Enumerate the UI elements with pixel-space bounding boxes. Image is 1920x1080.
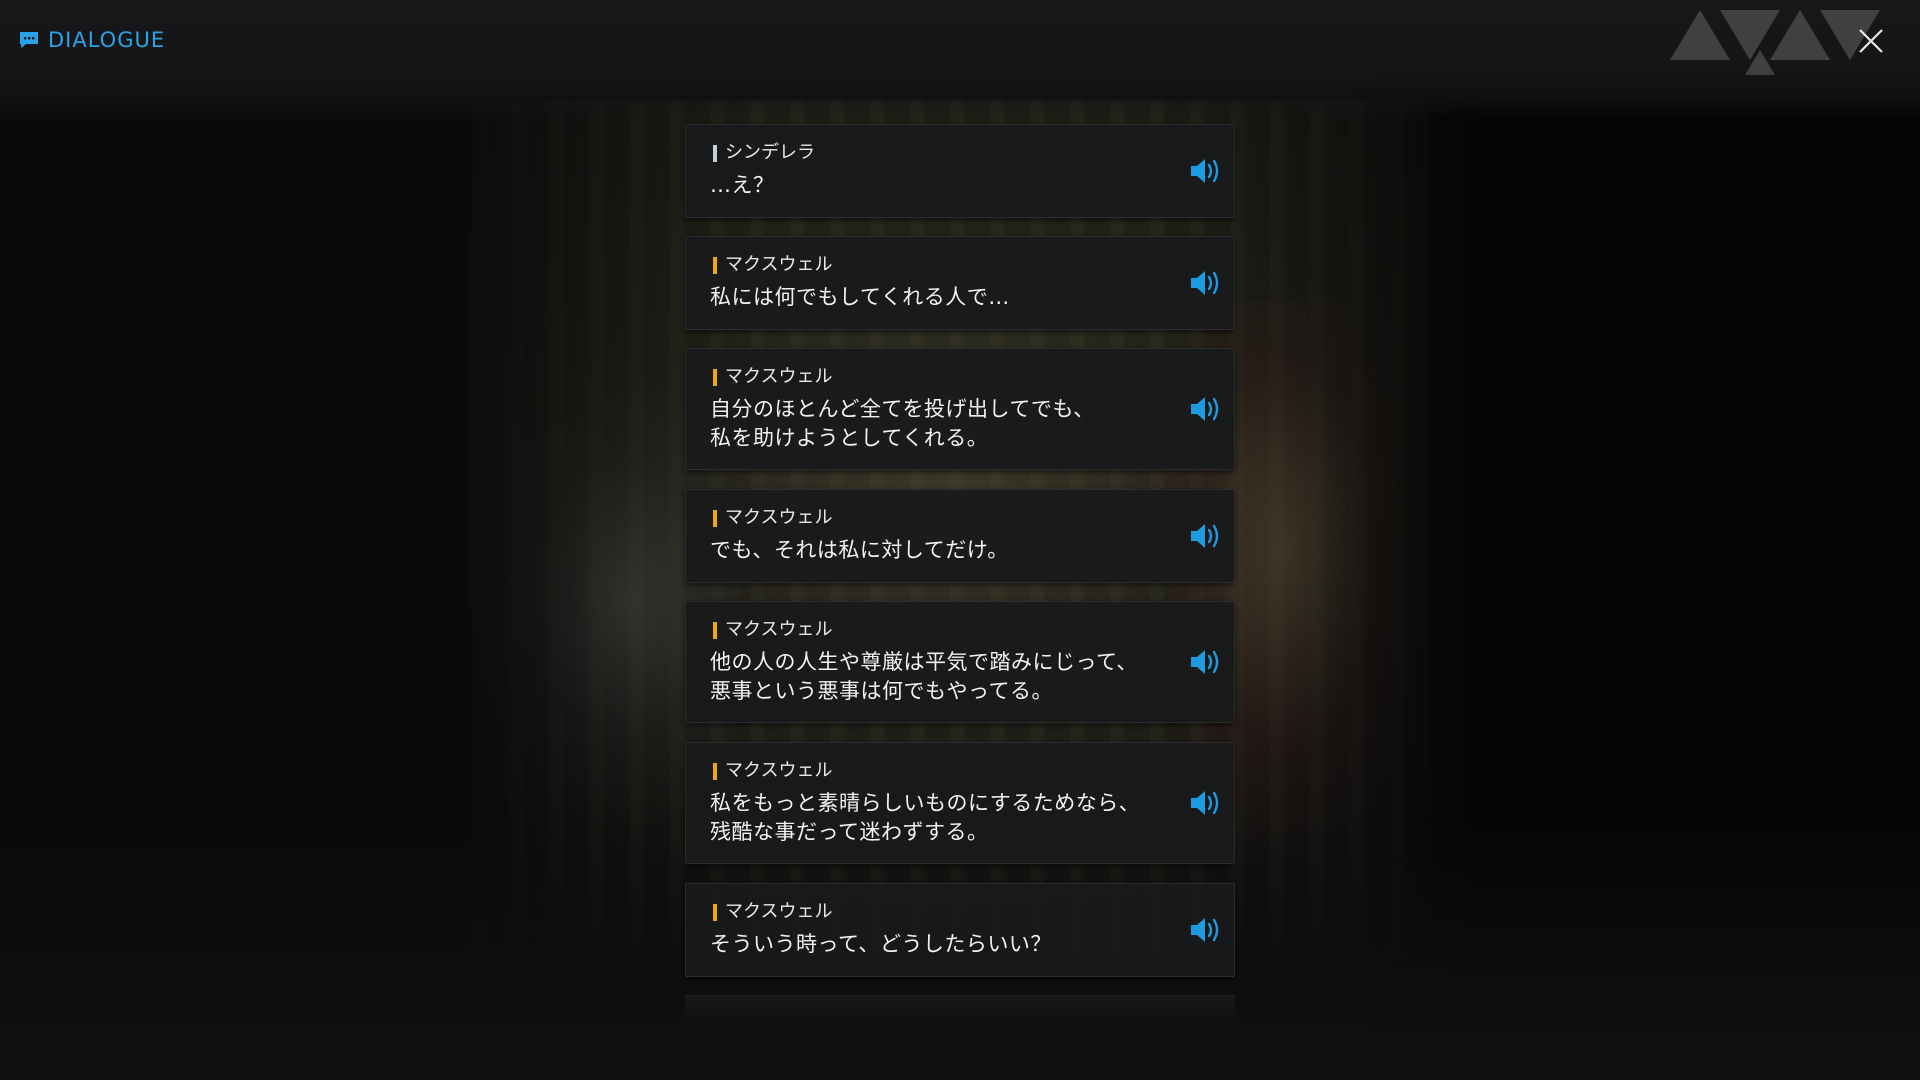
dialogue-entry: マクスウェル 他の人の人生や尊厳は平気で踏みにじって、 悪事という悪事は何でもや… <box>685 601 1235 723</box>
speaker: マクスウェル <box>713 366 832 388</box>
page-title: DIALOGUE <box>48 28 166 52</box>
dialogue-text: 自分のほとんど全てを投げ出してでも、 私を助けようとしてくれる。 <box>710 397 1095 450</box>
speaker-volume-icon <box>1191 397 1219 421</box>
dialogue-title: DIALOGUE <box>18 28 165 52</box>
voice-play-button[interactable] <box>1188 521 1224 551</box>
dialogue-entry: マクスウェル そういう時って、どうしたらいい？ <box>685 883 1235 977</box>
dialogue-text: 他の人の人生や尊厳は平気で踏みにじって、 悪事という悪事は何でもやってる。 <box>710 650 1138 703</box>
dialogue-entry: シンデレラ …え？ <box>685 124 1235 218</box>
dialogue-log-screen: DIALOGUE シンデレラ …え？ マクスウェル 私には何でもしてくれる人で…… <box>0 0 1920 1080</box>
close-icon <box>1859 29 1883 53</box>
dialogue-entry-partial <box>685 995 1235 1026</box>
speaker-marker <box>713 144 717 162</box>
dialogue-text: …え？ <box>710 173 775 197</box>
dialogue-text: でも、それは私に対してだけ。 <box>710 538 1009 562</box>
voice-play-button[interactable] <box>1188 268 1224 298</box>
speaker-marker <box>713 368 717 386</box>
speaker-name: マクスウェル <box>725 619 833 640</box>
speaker-name: シンデレラ <box>725 142 815 163</box>
dialogue-entry: マクスウェル 私をもっと素晴らしいものにするためなら、 残酷な事だって迷わずする… <box>685 742 1235 864</box>
speaker: マクスウェル <box>713 760 832 782</box>
speaker-marker <box>713 762 717 780</box>
speaker-volume-icon <box>1191 650 1219 674</box>
dialogue-entry: マクスウェル 自分のほとんど全てを投げ出してでも、 私を助けようとしてくれる。 <box>685 348 1235 470</box>
speaker: マクスウェル <box>713 507 832 529</box>
dialogue-entry: マクスウェル でも、それは私に対してだけ。 <box>685 489 1235 583</box>
speaker: シンデレラ <box>713 142 815 164</box>
speaker-volume-icon <box>1191 791 1219 815</box>
dialogue-text: 私には何でもしてくれる人で… <box>710 285 1010 309</box>
chat-bubble-icon <box>20 32 38 48</box>
dialogue-entry: マクスウェル 私には何でもしてくれる人で… <box>685 236 1235 330</box>
dialogue-text: そういう時って、どうしたらいい？ <box>710 932 1052 956</box>
speaker-marker <box>713 256 717 274</box>
speaker-name: マクスウェル <box>725 254 833 275</box>
voice-play-button[interactable] <box>1188 647 1224 677</box>
speaker-marker <box>713 903 717 921</box>
speaker-marker <box>713 509 717 527</box>
speaker-volume-icon <box>1191 159 1219 183</box>
speaker: マクスウェル <box>713 619 832 641</box>
voice-play-button[interactable] <box>1188 394 1224 424</box>
voice-play-button[interactable] <box>1188 156 1224 186</box>
dialogue-text: 私をもっと素晴らしいものにするためなら、 残酷な事だって迷わずする。 <box>710 791 1141 844</box>
speaker-name: マクスウェル <box>725 507 833 528</box>
speaker: マクスウェル <box>713 901 832 923</box>
speaker-name: マクスウェル <box>725 366 833 387</box>
header-triangle-pattern <box>1670 10 1880 75</box>
speaker-volume-icon <box>1191 918 1219 942</box>
voice-play-button[interactable] <box>1188 915 1224 945</box>
voice-play-button[interactable] <box>1188 788 1224 818</box>
speaker: マクスウェル <box>713 254 832 276</box>
speaker-volume-icon <box>1191 524 1219 548</box>
close-button[interactable] <box>1856 26 1886 56</box>
speaker-name: マクスウェル <box>725 760 833 781</box>
header-bar: DIALOGUE <box>0 0 1920 120</box>
speaker-volume-icon <box>1191 271 1219 295</box>
speaker-marker <box>713 621 717 639</box>
speaker-name: マクスウェル <box>725 901 833 922</box>
